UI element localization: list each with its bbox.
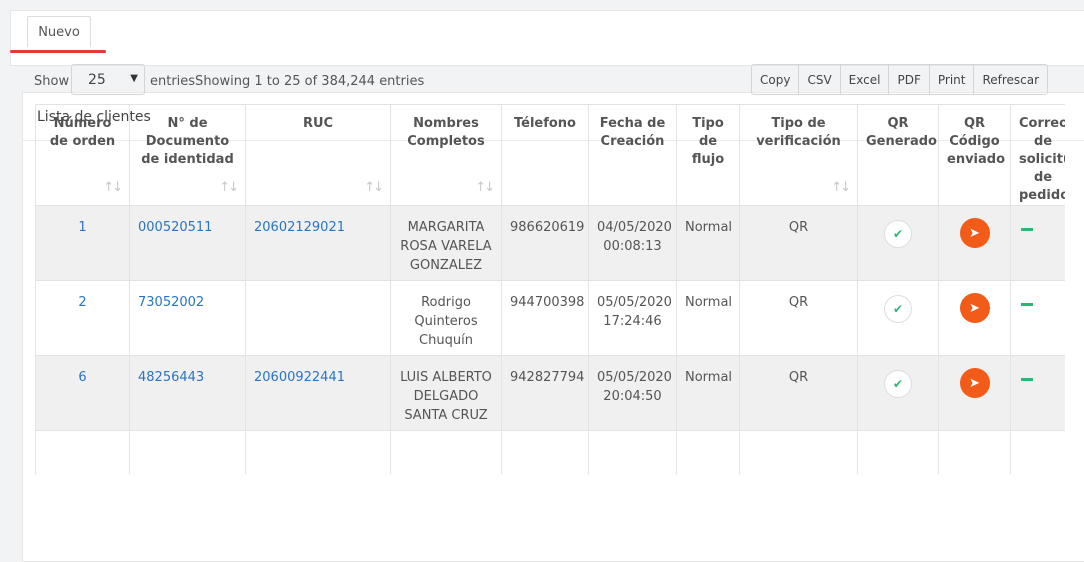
fecha-cell: 05/05/2020 20:04:50 — [588, 355, 677, 431]
orden-link[interactable]: 2 — [78, 295, 86, 310]
active-tab-underline — [10, 50, 106, 53]
col-header-flujo[interactable]: Tipo de flujo — [676, 104, 740, 206]
fecha-cell: 05/05/2020 17:24:46 — [588, 280, 677, 356]
table-row: 6 48256443 20600922441 LUIS ALBERTO DELG… — [35, 355, 1065, 431]
nombres-cell: Rodrigo Quinteros Chuquín — [390, 280, 502, 356]
pdf-button[interactable]: PDF — [888, 65, 928, 94]
chevron-down-icon: ▼ — [130, 73, 138, 84]
col-header-orden[interactable]: Número de orden ↑↓ — [35, 104, 130, 206]
table-row: 2 73052002 Rodrigo Quinteros Chuquín 944… — [35, 280, 1065, 356]
csv-button[interactable]: CSV — [798, 65, 839, 94]
print-button[interactable]: Print — [928, 65, 974, 94]
telefono-cell: 942827794 — [501, 355, 589, 431]
verificacion-cell: QR — [739, 280, 858, 356]
entries-info: entriesShowing 1 to 25 of 384,244 entrie… — [150, 74, 425, 89]
table-row — [35, 430, 1065, 474]
check-icon[interactable]: ✔ — [884, 295, 912, 323]
page-size-select[interactable]: 25 ▼ — [71, 64, 145, 95]
documento-link[interactable]: 73052002 — [138, 295, 204, 310]
nombres-cell: LUIS ALBERTO DELGADO SANTA CRUZ — [390, 355, 502, 431]
copy-button[interactable]: Copy — [752, 65, 798, 94]
dash-icon — [1021, 228, 1033, 231]
dash-icon — [1021, 378, 1033, 381]
verificacion-cell: QR — [739, 205, 858, 281]
refresh-button[interactable]: Refrescar — [973, 65, 1047, 94]
paper-plane-icon[interactable]: ➤ — [959, 218, 990, 248]
sort-icon[interactable]: ↑↓ — [364, 179, 384, 197]
col-header-ruc[interactable]: RUC ↑↓ — [245, 104, 391, 206]
col-header-verificacion[interactable]: Tipo de verificación ↑↓ — [739, 104, 858, 206]
documento-link[interactable]: 000520511 — [138, 220, 212, 235]
new-button[interactable]: Nuevo — [27, 16, 91, 47]
show-label: Show — [34, 74, 70, 89]
col-header-correo[interactable]: Correo de solicitud de pedido — [1010, 104, 1065, 206]
export-buttons: Copy CSV Excel PDF Print Refrescar — [751, 64, 1049, 95]
ruc-link[interactable]: 20600922441 — [254, 370, 345, 385]
flujo-cell: Normal — [676, 280, 740, 356]
top-bar — [10, 10, 1084, 66]
flujo-cell: Normal — [676, 205, 740, 281]
excel-button[interactable]: Excel — [839, 65, 889, 94]
table-row: 1 000520511 20602129021 MARGARITA ROSA V… — [35, 205, 1065, 281]
fecha-cell: 04/05/2020 00:08:13 — [588, 205, 677, 281]
sort-icon[interactable]: ↑↓ — [475, 179, 495, 197]
ruc-link[interactable]: 20602129021 — [254, 220, 345, 235]
sort-icon[interactable]: ↑↓ — [831, 179, 851, 197]
telefono-cell: 986620619 — [501, 205, 589, 281]
col-header-qr-generado[interactable]: QR Generado — [857, 104, 939, 206]
flujo-cell: Normal — [676, 355, 740, 431]
check-icon[interactable]: ✔ — [884, 220, 912, 248]
sort-icon[interactable]: ↑↓ — [103, 179, 123, 197]
col-header-fecha[interactable]: Fecha de Creación — [588, 104, 677, 206]
check-icon[interactable]: ✔ — [884, 370, 912, 398]
paper-plane-icon[interactable]: ➤ — [959, 293, 990, 323]
clients-table-wrapper: Número de orden ↑↓ N° de Documento de ide… — [35, 104, 1065, 474]
col-header-qr-enviado[interactable]: QR Código enviado — [938, 104, 1011, 206]
orden-link[interactable]: 1 — [78, 220, 86, 235]
orden-link[interactable]: 6 — [78, 370, 86, 385]
verificacion-cell: QR — [739, 355, 858, 431]
col-header-nombres[interactable]: Nombres Completos ↑↓ — [390, 104, 502, 206]
col-header-documento[interactable]: N° de Documento de identidad ↑↓ — [129, 104, 246, 206]
col-header-telefono[interactable]: Télefono — [501, 104, 589, 206]
dash-icon — [1021, 303, 1033, 306]
telefono-cell: 944700398 — [501, 280, 589, 356]
sort-icon[interactable]: ↑↓ — [219, 179, 239, 197]
nombres-cell: MARGARITA ROSA VARELA GONZALEZ — [390, 205, 502, 281]
paper-plane-icon[interactable]: ➤ — [959, 368, 990, 398]
clients-table: Número de orden ↑↓ N° de Documento de ide… — [35, 104, 1065, 474]
page-size-value: 25 — [88, 71, 106, 88]
documento-link[interactable]: 48256443 — [138, 370, 204, 385]
